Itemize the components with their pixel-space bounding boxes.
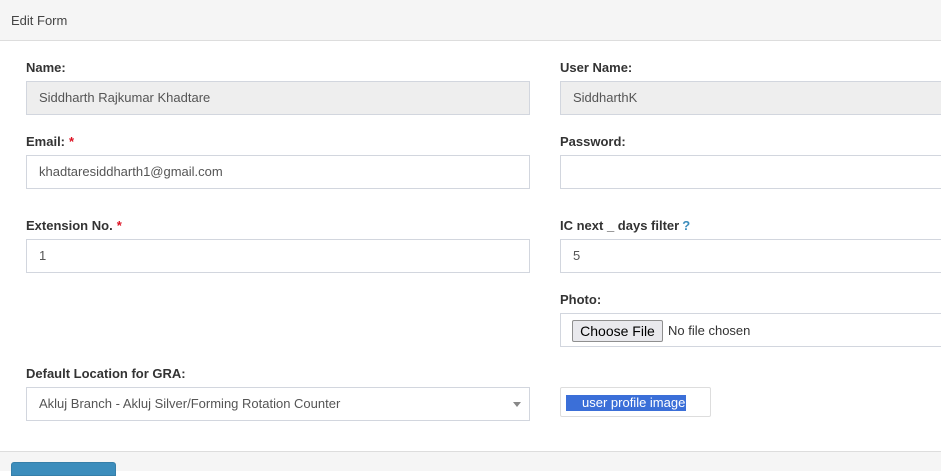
email-label-text: Email:: [26, 134, 66, 149]
name-field[interactable]: Siddharth Rajkumar Khadtare: [26, 81, 530, 115]
form-title: Edit Form: [11, 13, 68, 28]
extension-field[interactable]: 1: [26, 239, 530, 273]
username-label: User Name:: [560, 60, 633, 75]
ic-filter-field[interactable]: 5: [560, 239, 941, 273]
email-field[interactable]: khadtaresiddharth1@gmail.com: [26, 155, 530, 189]
file-status: No file chosen: [668, 323, 751, 338]
location-select[interactable]: Akluj Branch - Akluj Silver/Forming Rota…: [26, 387, 530, 421]
form-header: Edit Form: [0, 0, 941, 41]
extension-label-text: Extension No.: [26, 218, 113, 233]
username-field[interactable]: SiddharthK: [560, 81, 941, 115]
email-label: Email: *: [26, 134, 74, 149]
name-label: Name:: [26, 60, 66, 75]
ic-filter-label-text: IC next _ days filter: [560, 218, 680, 233]
password-label: Password:: [560, 134, 626, 149]
photo-label: Photo:: [560, 292, 602, 307]
required-mark: *: [116, 218, 122, 233]
choose-file-button[interactable]: Choose File: [572, 320, 663, 342]
required-mark: *: [69, 134, 75, 149]
extension-label: Extension No. *: [26, 218, 122, 233]
location-label: Default Location for GRA:: [26, 366, 186, 381]
ic-filter-label: IC next _ days filter?: [560, 218, 690, 233]
image-alt-text: user profile image: [566, 395, 687, 411]
help-icon[interactable]: ?: [682, 218, 690, 233]
form-footer: [0, 451, 941, 476]
password-field[interactable]: [560, 155, 941, 189]
user-profile-image: user profile image: [560, 387, 711, 417]
submit-button[interactable]: [11, 462, 116, 476]
chevron-down-icon: [513, 402, 521, 407]
